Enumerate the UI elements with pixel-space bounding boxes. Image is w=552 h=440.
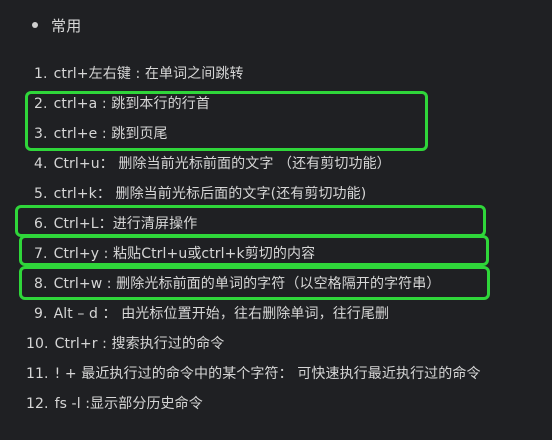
- list-item: 10. Ctrl+r : 搜索执行过的命令: [26, 333, 224, 355]
- item-text: ctrl+左右键 : 在单词之间跳转: [53, 66, 244, 82]
- list-item: 12. fs -l :显示部分历史命令: [26, 393, 203, 415]
- shortcut-list: 1. ctrl+左右键 : 在单词之间跳转 2. ctrl+a : 跳到本行的行首 …: [0, 0, 552, 440]
- item-text: Ctrl+y : 粘贴Ctrl+u或ctrl+k剪切的内容: [53, 246, 316, 262]
- item-number: 12.: [26, 396, 49, 412]
- list-item: 9. Alt – d ： 由光标位置开始，往右删除单词，往行尾删: [34, 303, 389, 325]
- item-number: 5.: [34, 186, 48, 202]
- list-item: 4. Ctrl+u： 删除当前光标前面的文字 （还有剪切功能）: [34, 153, 391, 175]
- item-number: 1.: [34, 66, 48, 82]
- list-item: 6. Ctrl+L：进行清屏操作: [34, 213, 197, 235]
- item-number: 8.: [34, 276, 48, 292]
- item-number: 6.: [34, 216, 48, 232]
- item-text: Ctrl+w : 删除光标前面的单词的字符（以空格隔开的字符串）: [53, 276, 441, 292]
- item-number: 2.: [34, 96, 48, 112]
- list-item: 3. ctrl+e : 跳到页尾: [34, 123, 168, 145]
- item-number: 11.: [26, 366, 49, 382]
- item-text: Ctrl+L：进行清屏操作: [53, 216, 198, 232]
- list-item: 1. ctrl+左右键 : 在单词之间跳转: [34, 63, 244, 85]
- list-item: 5. ctrl+k： 删除当前光标后面的文字(还有剪切功能): [34, 183, 366, 205]
- item-number: 4.: [34, 156, 48, 172]
- item-number: 3.: [34, 126, 48, 142]
- item-text: Ctrl+r : 搜索执行过的命令: [54, 336, 225, 352]
- item-number: 9.: [34, 306, 48, 322]
- list-item: 8. Ctrl+w : 删除光标前面的单词的字符（以空格隔开的字符串）: [34, 273, 440, 295]
- document-page: 常用 1. ctrl+左右键 : 在单词之间跳转 2. ctrl+a : 跳到本行的…: [0, 0, 552, 440]
- item-text: ctrl+a : 跳到本行的行首: [53, 96, 210, 112]
- item-text: ctrl+k： 删除当前光标后面的文字(还有剪切功能): [53, 186, 367, 202]
- item-text: ! + 最近执行过的命令中的某个字符： 可快速执行最近执行过的命令: [54, 366, 481, 382]
- list-item: 2. ctrl+a : 跳到本行的行首: [34, 93, 210, 115]
- item-text: Alt – d ： 由光标位置开始，往右删除单词，往行尾删: [53, 306, 390, 322]
- item-text: fs -l :显示部分历史命令: [54, 396, 203, 412]
- item-number: 10.: [26, 336, 49, 352]
- list-item: 11. ! + 最近执行过的命令中的某个字符： 可快速执行最近执行过的命令: [26, 363, 481, 385]
- list-item: 7. Ctrl+y : 粘贴Ctrl+u或ctrl+k剪切的内容: [34, 243, 315, 265]
- item-text: Ctrl+u： 删除当前光标前面的文字 （还有剪切功能）: [53, 156, 391, 172]
- item-text: ctrl+e : 跳到页尾: [53, 126, 168, 142]
- item-number: 7.: [34, 246, 48, 262]
